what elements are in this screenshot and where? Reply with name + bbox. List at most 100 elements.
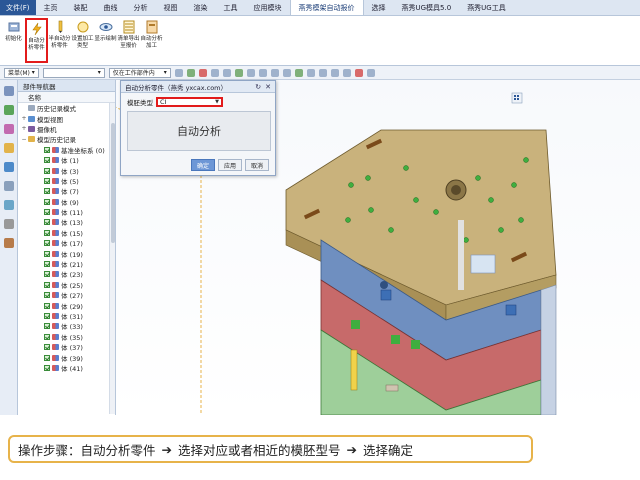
tree-row[interactable]: + 模型视图 (18, 113, 115, 124)
menu-tab[interactable]: 燕秀模架自动报价 (289, 0, 364, 15)
snap-icon[interactable] (174, 68, 183, 77)
cube-icon[interactable] (258, 68, 267, 77)
checkbox-icon[interactable] (44, 229, 50, 236)
system-material-icon[interactable] (3, 200, 14, 210)
ok-button[interactable]: 确定 (191, 159, 215, 171)
checkbox-icon[interactable] (44, 250, 50, 257)
rotate-icon[interactable] (270, 68, 279, 77)
checkbox-icon[interactable] (44, 292, 50, 299)
select-icon[interactable] (186, 68, 195, 77)
menu-tab[interactable]: 燕秀UG模具5.0 (394, 0, 460, 15)
checkbox-icon[interactable] (44, 323, 50, 330)
menu-tab[interactable]: 视图 (156, 0, 186, 15)
cancel-button[interactable]: 取消 (245, 159, 269, 171)
ribbon-set-process-button[interactable]: 设置加工类型 (71, 18, 94, 63)
point-icon[interactable] (234, 68, 243, 77)
checkbox-icon[interactable] (44, 333, 50, 340)
tree-row[interactable]: 体 (7) (18, 186, 115, 196)
checkbox-icon[interactable] (44, 198, 50, 205)
checkbox-icon[interactable] (44, 240, 50, 247)
ribbon-semi-analyze-button[interactable]: 半自动分析零件 (48, 18, 71, 63)
roles-icon[interactable] (3, 219, 14, 229)
line-icon[interactable] (246, 68, 255, 77)
menu-tab[interactable]: 分析 (126, 0, 156, 15)
checkbox-icon[interactable] (44, 188, 50, 195)
name-column-header[interactable]: 名称 (18, 92, 115, 103)
checkbox-icon[interactable] (44, 364, 50, 371)
tree-row[interactable]: 历史记录模式 (18, 103, 115, 113)
tree-row[interactable]: 体 (29) (18, 300, 115, 311)
filter-icon[interactable] (198, 68, 207, 77)
tree-row[interactable]: 体 (39) (18, 352, 115, 363)
pan-icon[interactable] (282, 68, 291, 77)
tree-expander[interactable]: + (20, 115, 28, 122)
tree-expander[interactable]: + (20, 125, 28, 132)
menu-tab[interactable]: 燕秀UG工具 (459, 0, 514, 15)
ribbon-show-draw-button[interactable]: 显示绘制 (94, 18, 117, 63)
menu-tab[interactable]: 渲染 (186, 0, 216, 15)
reset-icon[interactable]: ↻ (255, 83, 261, 91)
checkbox-icon[interactable] (44, 177, 50, 184)
ribbon-export-list-button[interactable]: 清单导出至报价 (117, 18, 140, 63)
part-nav-icon[interactable] (3, 124, 14, 134)
apply-button[interactable]: 应用 (218, 159, 242, 171)
measure-icon[interactable] (318, 68, 327, 77)
tree-row[interactable]: 体 (23) (18, 269, 115, 279)
checkbox-icon[interactable] (44, 354, 50, 361)
menu-tab[interactable]: 工具 (216, 0, 246, 15)
checkbox-icon[interactable] (44, 281, 50, 288)
navigator-scrollbar[interactable] (109, 103, 115, 414)
zoom-icon[interactable] (222, 68, 231, 77)
checkbox-icon[interactable] (44, 344, 50, 351)
tree-row[interactable]: 体 (41) (18, 363, 115, 373)
tree-row[interactable]: 体 (27) (18, 290, 115, 300)
menu-tab[interactable]: 选择 (364, 0, 394, 15)
reuse-library-icon[interactable] (3, 143, 14, 153)
tree-row[interactable]: 体 (19) (18, 248, 115, 259)
tree-row[interactable]: 体 (9) (18, 197, 115, 207)
ribbon-auto-analyze-button[interactable]: 自动分析零件 (25, 18, 48, 63)
checkbox-icon[interactable] (44, 167, 50, 174)
dialog-title-bar[interactable]: 自动分析零件（燕秀 yxcax.com） ↻ ✕ (121, 81, 275, 93)
checkbox-icon[interactable] (44, 157, 50, 164)
tree-row[interactable]: 体 (31) (18, 311, 115, 321)
constraint-nav-icon[interactable] (3, 105, 14, 115)
scrollbar-thumb[interactable] (111, 123, 115, 243)
grid-icon[interactable] (306, 68, 315, 77)
menu-tab[interactable]: 主页 (36, 0, 66, 15)
mold-type-select[interactable]: CI ▼ (156, 97, 223, 107)
assembly-nav-icon[interactable] (3, 86, 14, 96)
checkbox-icon[interactable] (44, 209, 50, 216)
assembly-scope-select[interactable]: 仅在工作部件内 ▾ (108, 67, 171, 78)
render-icon[interactable] (330, 68, 339, 77)
tree-row[interactable]: 体 (25) (18, 280, 115, 290)
tree-row[interactable]: 体 (15) (18, 228, 115, 238)
tree-row[interactable]: 体 (37) (18, 342, 115, 352)
menu-dropdown[interactable]: 菜单(M) ▾ (4, 67, 39, 78)
fit-icon[interactable] (366, 68, 375, 77)
tree-row[interactable]: 体 (3) (18, 165, 115, 176)
auto-analyze-button[interactable]: 自动分析 (127, 111, 271, 151)
tree-row[interactable]: 体 (1) (18, 155, 115, 165)
tree-row[interactable]: 体 (17) (18, 238, 115, 248)
menu-tab[interactable]: 文件(F) (0, 0, 36, 15)
checkbox-icon[interactable] (44, 271, 50, 278)
tree-expander[interactable]: − (20, 136, 28, 143)
filter-select[interactable]: ▾ (42, 67, 105, 78)
tree-row[interactable]: 体 (5) (18, 176, 115, 186)
process-studio-icon[interactable] (3, 238, 14, 248)
checkbox-icon[interactable] (44, 261, 50, 268)
section-icon[interactable] (342, 68, 351, 77)
checkbox-icon[interactable] (44, 313, 50, 319)
layer-icon[interactable] (294, 68, 303, 77)
color-icon[interactable] (354, 68, 363, 77)
checkbox-icon[interactable] (44, 219, 50, 226)
tree-row[interactable]: 体 (35) (18, 332, 115, 342)
menu-tab[interactable]: 应用模块 (246, 0, 290, 15)
tree-row[interactable]: 基准坐标系 (0) (18, 145, 115, 155)
close-icon[interactable]: ✕ (265, 83, 271, 91)
menu-tab[interactable]: 装配 (66, 0, 96, 15)
web-browser-icon[interactable] (3, 162, 14, 172)
tree-row[interactable]: 体 (11) (18, 207, 115, 217)
history-icon[interactable] (3, 181, 14, 191)
